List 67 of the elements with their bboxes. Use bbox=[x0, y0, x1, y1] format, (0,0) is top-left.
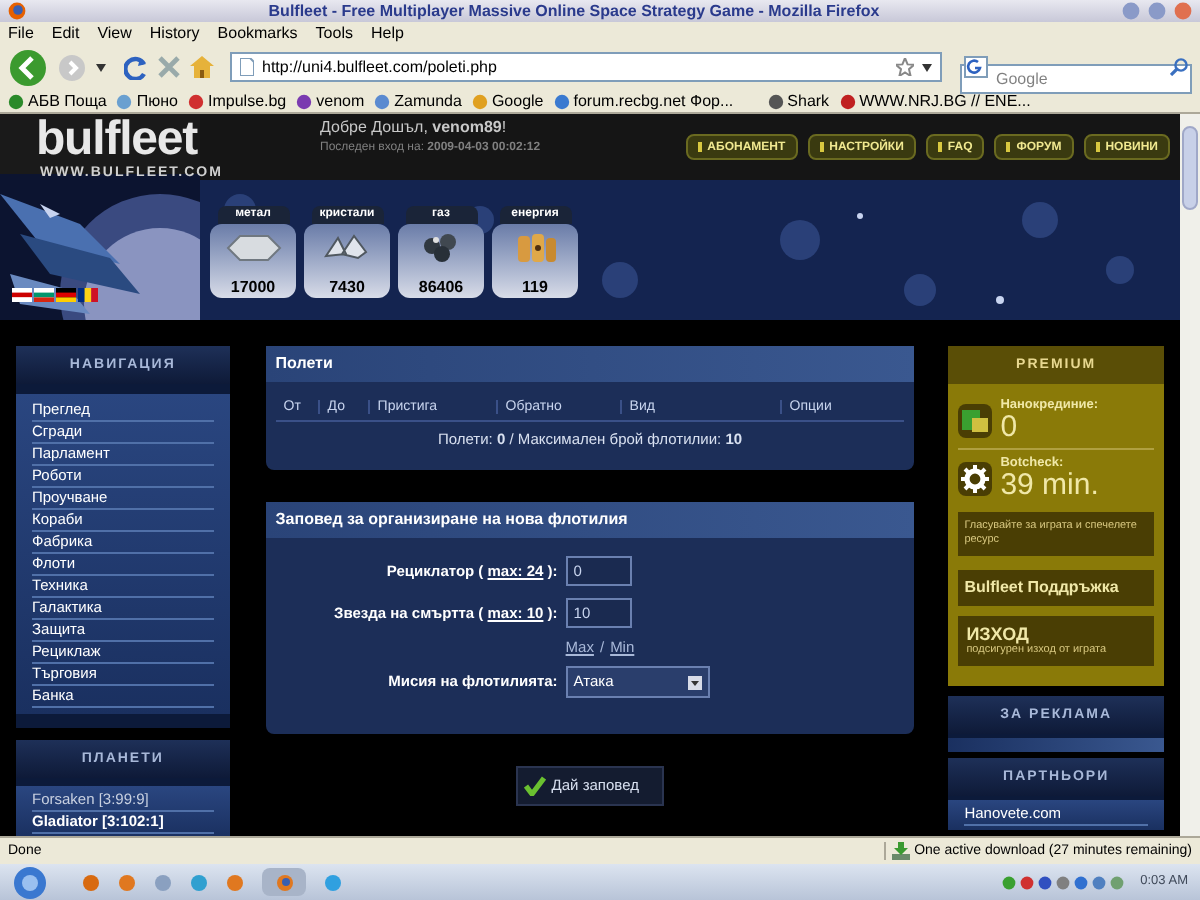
resource-value: 86406 bbox=[418, 280, 464, 296]
taskbar-button[interactable] bbox=[262, 868, 306, 896]
stat-value: 39 min. bbox=[1000, 470, 1099, 500]
start-button-icon[interactable] bbox=[12, 865, 48, 899]
menu-item[interactable]: History bbox=[149, 25, 200, 41]
bookmark-icon bbox=[188, 93, 204, 109]
minimize-icon[interactable] bbox=[1122, 2, 1140, 20]
bookmark-icon bbox=[374, 93, 391, 109]
bookmark-icon bbox=[767, 93, 784, 109]
search-field[interactable]: Google bbox=[960, 64, 1192, 94]
menu-item[interactable]: Bookmarks bbox=[217, 25, 298, 41]
menu-item[interactable]: Help bbox=[370, 25, 404, 41]
resource-value: 7430 bbox=[329, 280, 365, 296]
bookmark-link[interactable]: Google bbox=[491, 93, 544, 109]
menu-item[interactable]: File bbox=[8, 25, 34, 41]
dropdown-icon bbox=[687, 675, 702, 689]
bookmark-icon bbox=[116, 93, 133, 109]
resource-value: 119 bbox=[522, 280, 548, 296]
reload-icon[interactable] bbox=[124, 55, 148, 79]
resource-value: 17000 bbox=[230, 280, 276, 296]
home-icon[interactable] bbox=[190, 56, 214, 78]
bookmark-link[interactable]: venom bbox=[316, 93, 365, 109]
star-icon[interactable] bbox=[896, 58, 914, 76]
bookmark-link[interactable]: Zamunda bbox=[394, 93, 462, 109]
support-link[interactable]: Bulfleet Поддръжка bbox=[958, 570, 1154, 606]
bullet-icon bbox=[819, 142, 824, 152]
stat-value: 0 bbox=[1000, 412, 1018, 442]
menu-item[interactable]: Edit bbox=[51, 25, 80, 41]
firefox-icon bbox=[275, 873, 293, 891]
bullet-icon bbox=[1095, 142, 1100, 152]
menu-item[interactable]: View bbox=[97, 25, 132, 41]
page-icon bbox=[240, 58, 254, 76]
check-icon bbox=[523, 776, 546, 796]
bullet-icon bbox=[1006, 142, 1011, 152]
window-title: Bulfleet - Free Multiplayer Massive Online Space Strategy Game - Mozilla Firefox bbox=[266, 3, 882, 19]
close-icon[interactable] bbox=[1174, 2, 1192, 20]
bookmark-link[interactable]: АБВ Поща bbox=[28, 93, 107, 109]
bookmark-link[interactable]: Shark bbox=[787, 93, 830, 109]
bookmark-link[interactable]: WWW.NRJ.BG // ENE... bbox=[859, 93, 1031, 109]
scrollbar[interactable] bbox=[1180, 114, 1200, 836]
bookmark-link[interactable]: Пюно bbox=[136, 93, 178, 109]
stop-icon[interactable] bbox=[158, 56, 180, 78]
back-icon[interactable] bbox=[8, 47, 48, 87]
bookmark-icon bbox=[553, 93, 570, 109]
bookmark-icon bbox=[8, 93, 24, 109]
firefox-icon bbox=[8, 2, 26, 20]
app-icon[interactable] bbox=[324, 873, 342, 891]
bullet-icon bbox=[937, 142, 942, 152]
maximize-icon[interactable] bbox=[1148, 2, 1166, 20]
menu-item[interactable]: Tools bbox=[315, 25, 353, 41]
bullet-icon bbox=[697, 142, 702, 152]
scrollbar-thumb[interactable] bbox=[1182, 126, 1198, 210]
address-field[interactable]: http://uni4.bulfleet.com/poleti.php bbox=[230, 52, 942, 82]
panel-title: Заповед за организиране на нова флотилия bbox=[275, 511, 628, 527]
search-engine-icon bbox=[964, 56, 988, 78]
search-icon[interactable] bbox=[1170, 58, 1188, 76]
bookmark-link[interactable]: Impulse.bg bbox=[208, 93, 287, 109]
welcome-text: Добре Дошъл, venom89! bbox=[320, 118, 509, 138]
bookmark-icon bbox=[296, 93, 313, 109]
download-icon bbox=[892, 842, 911, 860]
dropdown-icon[interactable] bbox=[96, 63, 106, 71]
bookmark-icon bbox=[471, 93, 488, 109]
dropdown-icon[interactable] bbox=[922, 63, 932, 71]
forward-icon[interactable] bbox=[58, 53, 86, 81]
bookmark-link[interactable]: forum.recbg.net Фор... bbox=[573, 93, 734, 109]
panel-title: Полети bbox=[275, 356, 333, 372]
bookmark-icon bbox=[839, 93, 856, 109]
